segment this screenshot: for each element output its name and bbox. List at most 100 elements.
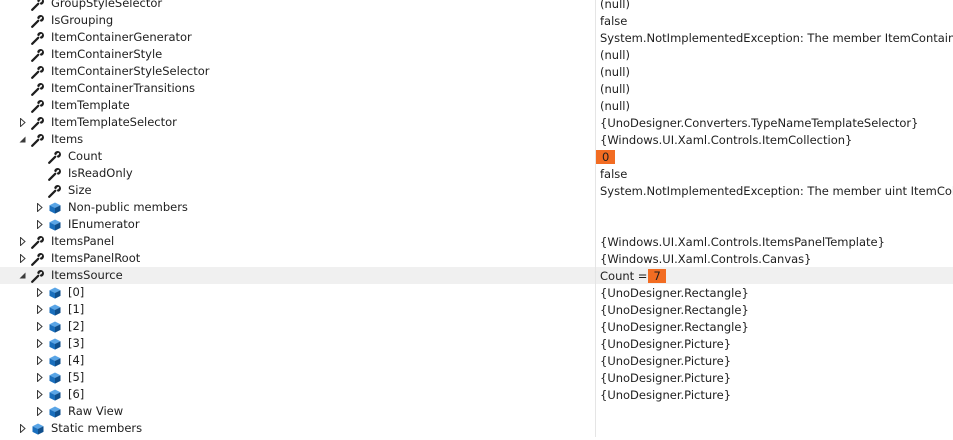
property-value: {Windows.UI.Xaml.Controls.ItemsPanelTemp… [600,234,885,249]
property-row-4[interactable]: [4] {UnoDesigner.Picture} [0,352,953,369]
property-name-cell: ItemContainerStyle [0,46,596,63]
property-name: [4] [68,353,85,367]
property-value-cell: {UnoDesigner.Rectangle} [596,284,953,301]
property-name: ItemTemplate [51,98,130,112]
property-value-cell: {UnoDesigner.Picture} [596,335,953,352]
property-name-cell: ItemsPanel [0,233,596,250]
property-value-cell [596,199,953,216]
property-row-itemtemplate[interactable]: ItemTemplate (null) [0,97,953,114]
property-name: ItemsSource [51,268,123,282]
property-row-itemspanel[interactable]: ItemsPanel {Windows.UI.Xaml.Controls.Item… [0,233,953,250]
property-value: false [600,13,628,28]
expand-arrow-icon[interactable] [35,339,44,348]
property-row-0[interactable]: [0] {UnoDesigner.Rectangle} [0,284,953,301]
cube-icon [30,421,45,436]
property-value: {Windows.UI.Xaml.Controls.ItemCollection… [600,132,853,147]
property-row-itemtemplateselector[interactable]: ItemTemplateSelector {UnoDesigner.Convert… [0,114,953,131]
property-row-itemspanelroot[interactable]: ItemsPanelRoot {Windows.UI.Xaml.Controls.… [0,250,953,267]
property-row-itemcontainerstyle[interactable]: ItemContainerStyle (null) [0,46,953,63]
property-row-6[interactable]: [6] {UnoDesigner.Picture} [0,386,953,403]
property-row-groupstyleselector[interactable]: GroupStyleSelector (null) [0,0,953,12]
property-row-ienumerator[interactable]: IEnumerator [0,216,953,233]
property-name-cell: Non-public members [0,199,596,216]
property-name: [6] [68,387,85,401]
property-row-isreadonly[interactable]: IsReadOnly false [0,165,953,182]
collapse-arrow-icon[interactable] [18,271,27,280]
property-name-cell: [0] [0,284,596,301]
property-value: System.NotImplementedException: The memb… [600,183,953,198]
property-value-prefix: Count = [600,268,648,283]
expand-arrow-icon[interactable] [35,390,44,399]
expand-arrow-icon[interactable] [18,237,27,246]
property-name: Count [68,149,103,163]
collapse-arrow-icon[interactable] [18,135,27,144]
wrench-icon [30,234,45,249]
property-value: {UnoDesigner.Converters.TypeNameTemplate… [600,115,919,130]
property-row-1[interactable]: [1] {UnoDesigner.Rectangle} [0,301,953,318]
property-name: [3] [68,336,85,350]
cube-icon [47,319,62,334]
wrench-icon [30,13,45,28]
property-row-2[interactable]: [2] {UnoDesigner.Rectangle} [0,318,953,335]
property-row-items[interactable]: Items {Windows.UI.Xaml.Controls.ItemColle… [0,131,953,148]
cube-icon [47,217,62,232]
expand-arrow-icon[interactable] [18,254,27,263]
property-row-itemcontainertransitions[interactable]: ItemContainerTransitions (null) [0,80,953,97]
property-row-itemcontainergenerator[interactable]: ItemContainerGenerator System.NotImplemen… [0,29,953,46]
wrench-icon [30,251,45,266]
property-value-cell [596,403,953,420]
cube-icon [47,302,62,317]
property-name-cell: [5] [0,369,596,386]
expand-arrow-icon[interactable] [35,407,44,416]
property-name: IEnumerator [68,217,140,231]
property-value-cell: (null) [596,46,953,63]
property-row-3[interactable]: [3] {UnoDesigner.Picture} [0,335,953,352]
property-value-cell: (null) [596,80,953,97]
property-value: (null) [600,0,630,11]
wrench-icon [30,81,45,96]
property-value-cell: false [596,12,953,29]
property-row-itemssource[interactable]: ItemsSource Count = 7 [0,267,953,284]
property-name: [0] [68,285,85,299]
property-value: {UnoDesigner.Rectangle} [600,285,749,300]
property-row-count[interactable]: Count 0 [0,148,953,165]
property-value: {UnoDesigner.Picture} [600,353,732,368]
expand-arrow-icon[interactable] [35,322,44,331]
expand-arrow-icon[interactable] [35,356,44,365]
expand-arrow-icon[interactable] [18,424,27,433]
expand-arrow-icon[interactable] [35,288,44,297]
expand-arrow-icon[interactable] [35,373,44,382]
cube-icon [47,387,62,402]
property-value-cell: Count = 7 [596,267,953,284]
property-row-raw-view[interactable]: Raw View [0,403,953,420]
property-value-cell: (null) [596,97,953,114]
property-value-cell: {UnoDesigner.Picture} [596,352,953,369]
property-name: ItemContainerStyle [51,47,163,61]
expand-arrow-icon[interactable] [35,305,44,314]
property-row-static-members[interactable]: Static members [0,420,953,437]
property-name-cell: Raw View [0,403,596,420]
property-name: ItemsPanel [51,234,115,248]
property-value: System.NotImplementedException: The memb… [600,30,953,45]
expand-arrow-icon[interactable] [35,203,44,212]
wrench-icon [30,64,45,79]
property-row-itemcontainerstyleselector[interactable]: ItemContainerStyleSelector (null) [0,63,953,80]
property-row-isgrouping[interactable]: IsGrouping false [0,12,953,29]
property-name: Raw View [68,404,124,418]
property-value-cell: {UnoDesigner.Picture} [596,386,953,403]
property-value-cell: {Windows.UI.Xaml.Controls.ItemsPanelTemp… [596,233,953,250]
property-row-5[interactable]: [5] {UnoDesigner.Picture} [0,369,953,386]
expand-arrow-icon[interactable] [35,220,44,229]
property-name: GroupStyleSelector [51,0,163,10]
wrench-icon [30,98,45,113]
property-name-cell: ItemTemplate [0,97,596,114]
property-row-non-public-members[interactable]: Non-public members [0,199,953,216]
property-name: IsGrouping [51,13,114,27]
cube-icon [47,336,62,351]
property-row-size[interactable]: Size System.NotImplementedException: The … [0,182,953,199]
property-value-cell [596,420,953,437]
property-value-cell: {Windows.UI.Xaml.Controls.ItemCollection… [596,131,953,148]
expand-arrow-icon[interactable] [18,118,27,127]
property-value: {UnoDesigner.Picture} [600,370,732,385]
locals-property-grid: GroupStyleSelector (null) IsGrouping false I… [0,0,953,440]
